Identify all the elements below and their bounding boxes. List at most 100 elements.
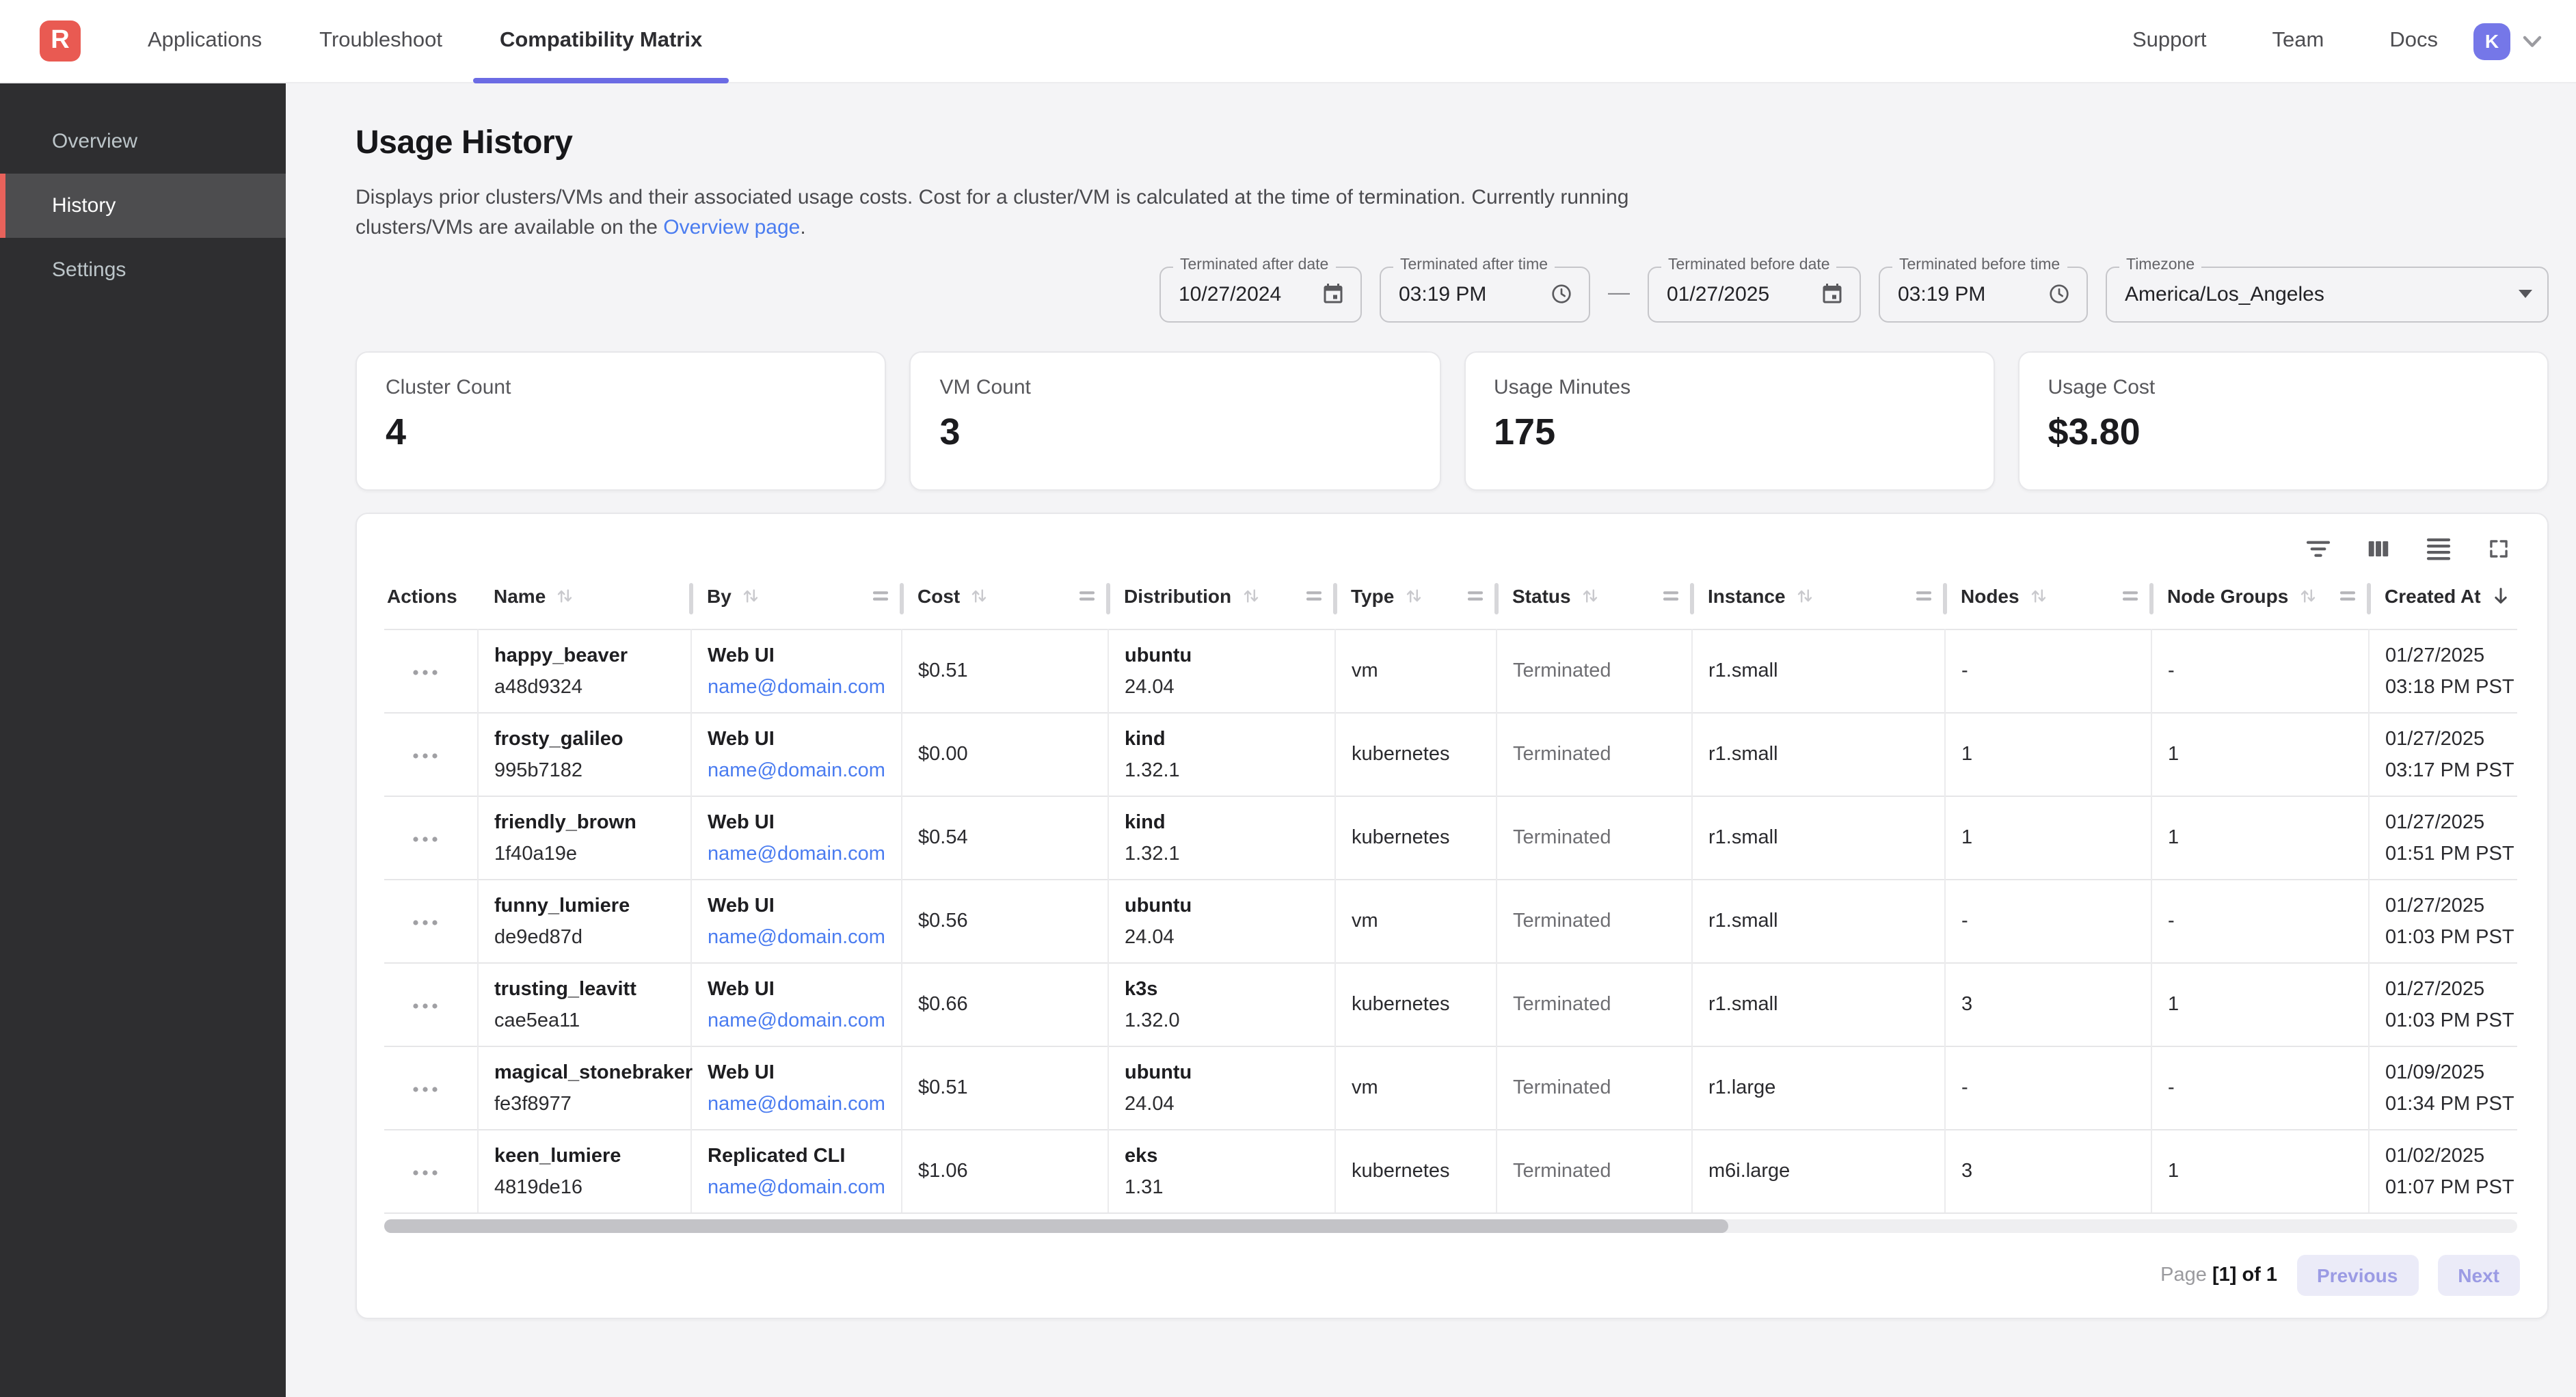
dropdown-arrow-icon[interactable] <box>2519 290 2532 298</box>
tab-applications[interactable]: Applications <box>119 0 291 82</box>
type-value: kubernetes <box>1352 994 1450 1016</box>
tab-compatibility-matrix[interactable]: Compatibility Matrix <box>471 0 731 82</box>
sidebar-item-history[interactable]: History <box>0 174 286 238</box>
cluster-name: frosty_galileo <box>494 728 679 750</box>
nodes-value: 1 <box>1961 744 1972 765</box>
row-actions-button[interactable] <box>406 830 444 849</box>
by-cell: Web UIname@domain.com <box>690 880 901 963</box>
row-actions-button[interactable] <box>406 996 444 1016</box>
density-icon[interactable] <box>2426 535 2452 561</box>
row-actions-button[interactable] <box>406 913 444 932</box>
column-menu-icon[interactable] <box>1916 588 1932 605</box>
node-groups-cell: 1 <box>2151 963 2368 1046</box>
row-actions-button[interactable] <box>406 1080 444 1099</box>
created-by-email-link[interactable]: name@domain.com <box>708 926 889 948</box>
sort-icon[interactable] <box>969 587 989 606</box>
horizontal-scrollbar-thumb[interactable] <box>384 1219 1728 1233</box>
clock-icon[interactable] <box>1549 282 1574 306</box>
calendar-icon[interactable] <box>1820 282 1844 306</box>
name-cell: frosty_galileo995b7182 <box>477 713 690 796</box>
column-header-label: Status <box>1512 586 1571 608</box>
sort-icon[interactable] <box>2029 587 2048 606</box>
terminated-before-date-field[interactable]: Terminated before date 01/27/2025 <box>1648 266 1861 322</box>
row-actions-button[interactable] <box>406 663 444 682</box>
more-horizontal-icon <box>412 1169 439 1177</box>
page-description: Displays prior clusters/VMs and their as… <box>355 183 1668 243</box>
fullscreen-icon[interactable] <box>2486 535 2512 561</box>
link-support[interactable]: Support <box>2132 29 2207 53</box>
created-by-email-link[interactable]: name@domain.com <box>708 759 889 781</box>
column-header-by[interactable]: By <box>690 569 901 629</box>
column-menu-icon[interactable] <box>2122 588 2138 605</box>
terminated-before-time-field[interactable]: Terminated before time 03:19 PM <box>1879 266 2088 322</box>
created-by-email-link[interactable]: name@domain.com <box>708 843 889 865</box>
column-menu-icon[interactable] <box>1467 588 1484 605</box>
column-menu-icon[interactable] <box>2339 588 2356 605</box>
sort-icon[interactable] <box>1241 587 1260 606</box>
type-value: vm <box>1352 660 1378 682</box>
created-by-source: Replicated CLI <box>708 1145 889 1167</box>
calendar-icon[interactable] <box>1321 282 1345 306</box>
status-cell: Terminated <box>1496 1046 1691 1130</box>
next-page-button[interactable]: Next <box>2437 1255 2520 1296</box>
created-by-email-link[interactable]: name@domain.com <box>708 1093 889 1115</box>
column-header-name[interactable]: Name <box>477 569 690 629</box>
overview-page-link[interactable]: Overview page <box>663 216 800 239</box>
nodes-cell: 3 <box>1944 963 2151 1046</box>
cost-cell: $0.51 <box>901 1046 1108 1130</box>
previous-page-button[interactable]: Previous <box>2296 1255 2418 1296</box>
column-menu-icon[interactable] <box>1663 588 1679 605</box>
horizontal-scrollbar-track[interactable] <box>384 1219 2517 1233</box>
column-menu-icon[interactable] <box>1306 588 1322 605</box>
avatar[interactable]: K <box>2473 23 2510 59</box>
row-actions-button[interactable] <box>406 1163 444 1182</box>
created-time: 01:03 PM PST <box>2385 1009 2506 1031</box>
sort-icon[interactable] <box>2298 587 2317 606</box>
link-docs[interactable]: Docs <box>2389 29 2438 53</box>
sort-icon[interactable] <box>1795 587 1814 606</box>
created-by-email-link[interactable]: name@domain.com <box>708 1176 889 1198</box>
column-header-cost[interactable]: Cost <box>901 569 1108 629</box>
column-menu-icon[interactable] <box>872 588 889 605</box>
cluster-id: fe3f8977 <box>494 1093 679 1115</box>
sidebar-item-settings[interactable]: Settings <box>0 238 286 302</box>
sidebar-item-overview[interactable]: Overview <box>0 109 286 174</box>
replicated-logo[interactable]: R <box>40 21 81 62</box>
tab-troubleshoot[interactable]: Troubleshoot <box>291 0 471 82</box>
terminated-after-time-field[interactable]: Terminated after time 03:19 PM <box>1380 266 1590 322</box>
status-cell: Terminated <box>1496 629 1691 713</box>
nodes-cell: 1 <box>1944 796 2151 880</box>
column-header-distribution[interactable]: Distribution <box>1108 569 1334 629</box>
timezone-select[interactable]: Timezone America/Los_Angeles <box>2106 266 2549 322</box>
column-header-nodes[interactable]: Nodes <box>1944 569 2151 629</box>
column-header-status[interactable]: Status <box>1496 569 1691 629</box>
account-menu[interactable]: K <box>2473 0 2542 82</box>
columns-icon[interactable] <box>2365 535 2391 561</box>
nodes-value: 3 <box>1961 994 1972 1016</box>
sort-icon[interactable] <box>1404 587 1423 606</box>
chevron-down-icon[interactable] <box>2523 35 2542 47</box>
row-actions-button[interactable] <box>406 746 444 765</box>
filter-icon[interactable] <box>2305 535 2331 561</box>
column-header-instance[interactable]: Instance <box>1691 569 1944 629</box>
by-cell: Replicated CLI name@domain.com <box>690 1130 901 1213</box>
table-row: happy_beavera48d9324 Web UIname@domain.c… <box>384 629 2517 713</box>
sort-icon[interactable] <box>555 587 574 606</box>
created-by-email-link[interactable]: name@domain.com <box>708 1009 889 1031</box>
column-menu-icon[interactable] <box>1079 588 1095 605</box>
nodes-value: 3 <box>1961 1161 1972 1182</box>
sort-desc-icon[interactable] <box>2491 586 2512 608</box>
sort-icon[interactable] <box>741 587 760 606</box>
sort-icon[interactable] <box>1581 587 1600 606</box>
clock-icon[interactable] <box>2047 282 2071 306</box>
cost-cell: $0.56 <box>901 880 1108 963</box>
link-team[interactable]: Team <box>2272 29 2324 53</box>
sidebar-item-label: Settings <box>52 258 126 282</box>
column-header-node-groups[interactable]: Node Groups <box>2151 569 2368 629</box>
cluster-name: happy_beaver <box>494 645 679 666</box>
status-badge: Terminated <box>1513 994 1611 1016</box>
terminated-after-date-field[interactable]: Terminated after date 10/27/2024 <box>1159 266 1362 322</box>
created-by-email-link[interactable]: name@domain.com <box>708 676 889 698</box>
column-header-type[interactable]: Type <box>1334 569 1496 629</box>
column-header-created-at[interactable]: Created At <box>2368 569 2517 629</box>
